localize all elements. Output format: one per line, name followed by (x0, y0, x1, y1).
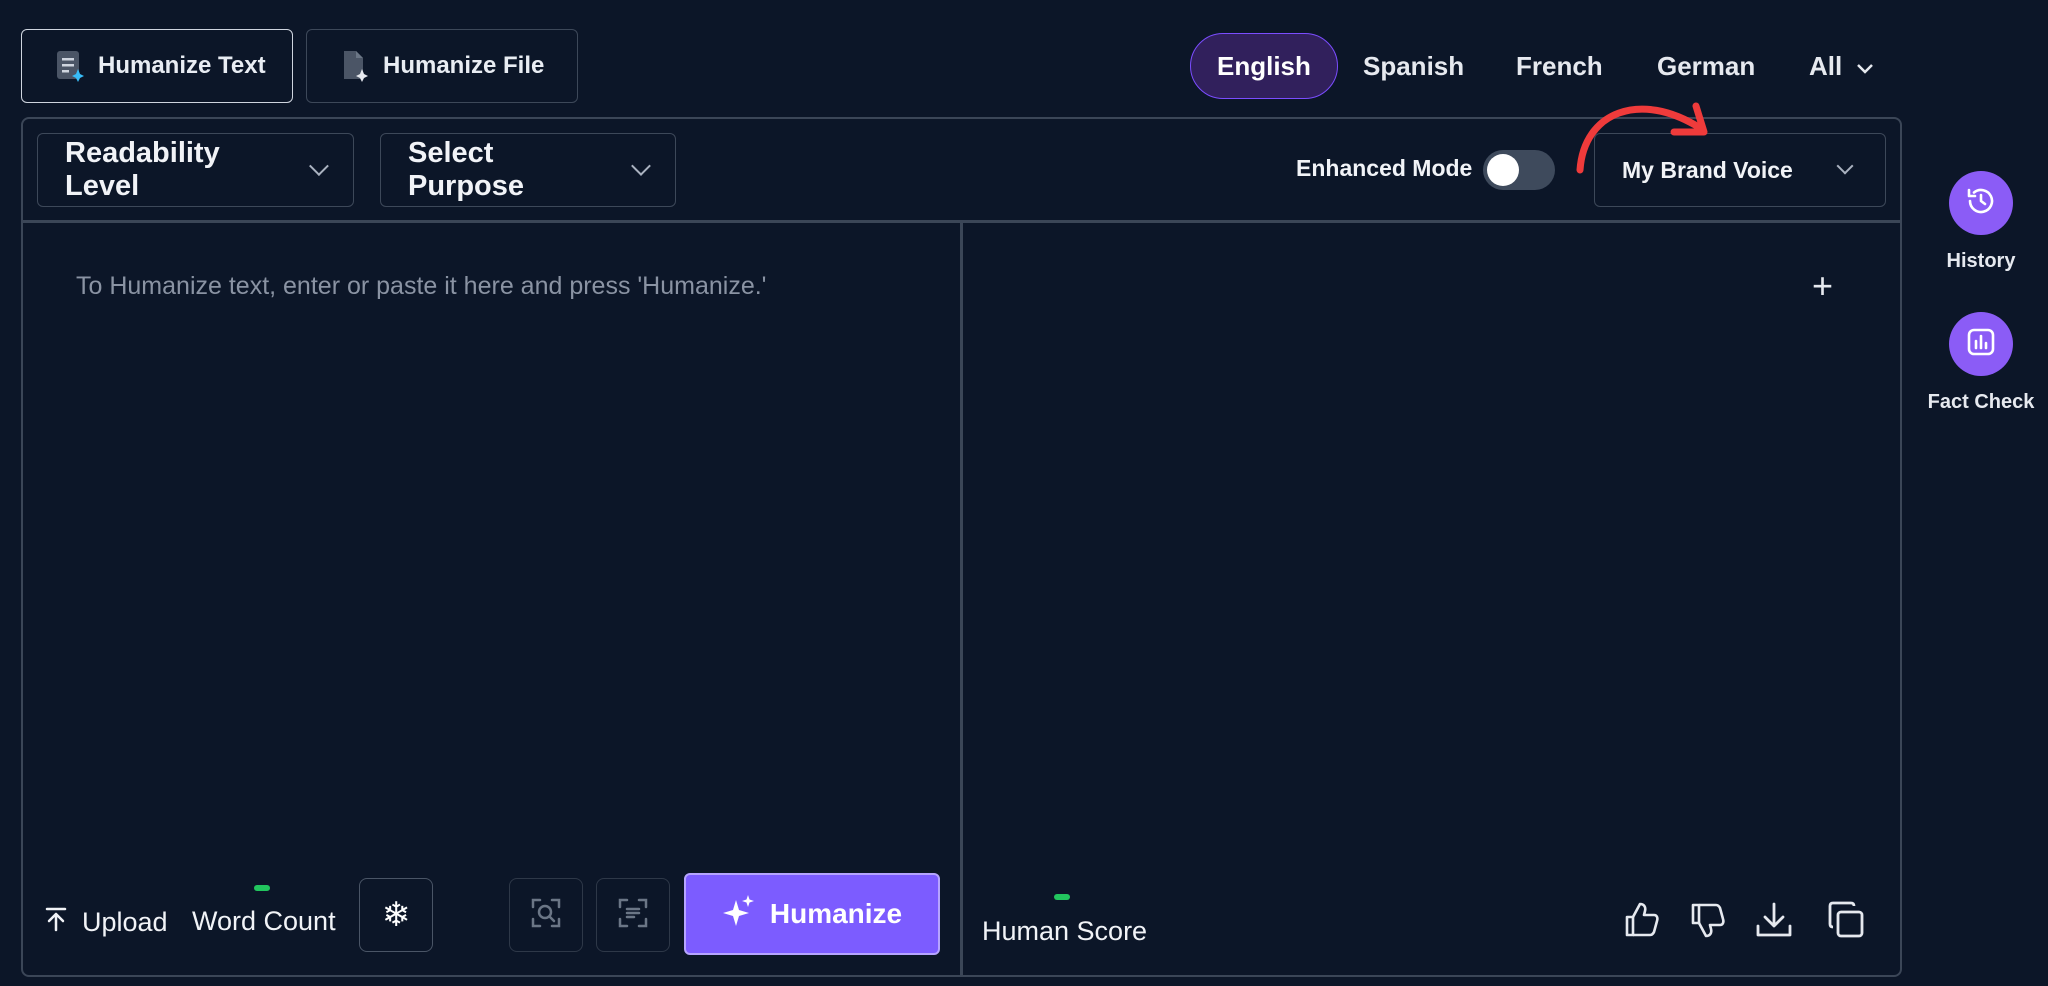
column-divider (960, 222, 963, 977)
freeze-button[interactable]: ❄ (359, 878, 433, 952)
lang-german[interactable]: German (1657, 33, 1755, 99)
thumbs-down-icon[interactable] (1688, 900, 1728, 940)
readability-level-label: Readability Level (65, 137, 220, 202)
lang-english-label: English (1217, 50, 1311, 81)
lang-spanish[interactable]: Spanish (1363, 33, 1464, 99)
upload-button[interactable]: Upload (44, 906, 168, 939)
human-score-indicator (1054, 894, 1070, 900)
lang-french[interactable]: French (1516, 33, 1603, 99)
lang-all-dropdown[interactable]: All (1809, 33, 1874, 99)
lang-english[interactable]: English (1190, 33, 1338, 99)
scan-button[interactable] (509, 878, 583, 952)
humanize-button[interactable]: Humanize (684, 873, 940, 955)
toggle-knob (1487, 154, 1519, 186)
tab-humanize-text[interactable]: Humanize Text (21, 29, 293, 103)
sparkles-icon (722, 894, 756, 935)
annotation-arrow-icon (1576, 102, 1708, 174)
lang-spanish-label: Spanish (1363, 50, 1465, 81)
word-count-label: Word Count (192, 906, 336, 936)
select-purpose-label: Select Purpose (408, 137, 525, 202)
human-score-label: Human Score (982, 916, 1148, 946)
download-icon[interactable] (1754, 900, 1794, 940)
word-count-indicator (254, 885, 270, 891)
lang-french-label: French (1516, 50, 1603, 81)
snowflake-icon: ❄ (381, 896, 411, 934)
chevron-down-icon (309, 156, 329, 176)
scan-search-icon (530, 897, 562, 934)
chart-bar-icon (1965, 326, 1997, 363)
tab-humanize-text-label: Humanize Text (98, 52, 266, 79)
history-button[interactable] (1949, 171, 2013, 235)
upload-label: Upload (82, 907, 168, 937)
history-label: History (1946, 250, 2016, 272)
copy-icon[interactable] (1826, 900, 1866, 940)
input-text-area[interactable]: To Humanize text, enter or paste it here… (76, 272, 766, 301)
plus-icon[interactable]: + (1812, 268, 1833, 304)
lang-german-label: German (1657, 50, 1756, 81)
lang-all-label: All (1809, 50, 1843, 81)
tab-humanize-file-label: Humanize File (383, 52, 545, 79)
enhanced-mode-label: Enhanced Mode (1296, 155, 1473, 181)
humanize-label: Humanize (769, 898, 903, 929)
text-scan-icon (617, 897, 649, 934)
upload-icon (44, 906, 68, 939)
tab-humanize-file[interactable]: Humanize File (306, 29, 578, 103)
chevron-down-icon (631, 156, 651, 176)
chevron-down-icon (1836, 157, 1854, 175)
chevron-down-icon (1856, 51, 1874, 82)
history-icon (1965, 185, 1997, 222)
thumbs-up-icon[interactable] (1622, 900, 1662, 940)
document-sparkle-icon (56, 50, 84, 82)
format-button[interactable] (596, 878, 670, 952)
file-sparkle-icon (341, 50, 369, 82)
enhanced-mode-toggle[interactable] (1483, 150, 1555, 190)
fact-check-label: Fact Check (1927, 391, 2035, 413)
readability-level-dropdown[interactable]: Readability Level (37, 133, 354, 207)
select-purpose-dropdown[interactable]: Select Purpose (380, 133, 676, 207)
fact-check-button[interactable] (1949, 312, 2013, 376)
